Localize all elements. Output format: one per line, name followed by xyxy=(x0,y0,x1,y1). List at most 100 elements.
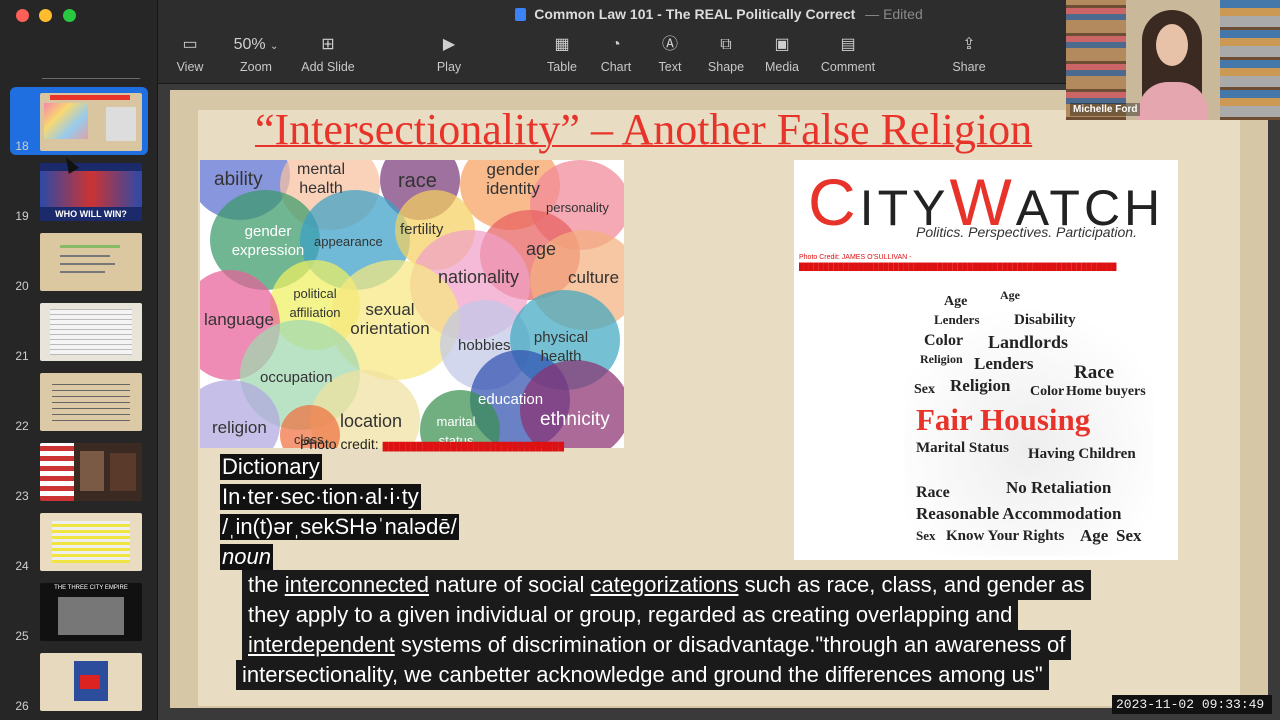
minimize-window-button[interactable] xyxy=(39,9,53,22)
thumbnail-image xyxy=(40,303,142,361)
slide-title[interactable]: “Intersectionality” – Another False Reli… xyxy=(255,104,1185,155)
bubble-label: nationality xyxy=(438,267,520,287)
share-button[interactable]: ⇪ Share xyxy=(944,34,994,78)
thumbnail-image: THE THREE CITY EMPIRE xyxy=(40,583,142,641)
bubble-label: location xyxy=(340,411,403,431)
zoom-value: 50% ⌄ xyxy=(233,36,279,53)
definition-line-4[interactable]: intersectionality, we canbetter acknowle… xyxy=(236,660,1049,690)
slide-thumbnail-23[interactable]: 23 xyxy=(0,437,158,507)
dictionary-word[interactable]: In·ter·sec·tion·al·i·ty xyxy=(220,484,421,510)
slide-thumbnail-26[interactable]: 26 xyxy=(0,647,158,717)
play-icon: ▶ xyxy=(442,36,456,53)
thumbnail-image xyxy=(40,93,142,151)
plus-square-icon: ⊞ xyxy=(321,36,335,53)
slide-number: 22 xyxy=(15,419,29,433)
bubble-label: ability xyxy=(214,169,263,190)
intersectionality-bubbles-image[interactable]: ability mental health race gender identi… xyxy=(200,160,624,448)
zoom-button[interactable]: 50% ⌄ Zoom xyxy=(226,34,286,78)
document-icon xyxy=(515,8,527,21)
add-slide-button[interactable]: ⊞ Add Slide xyxy=(296,34,360,78)
dictionary-pronunciation[interactable]: /ˌin(t)ərˌsekSHəˈnalədē/ xyxy=(220,514,459,540)
slide-number: 19 xyxy=(15,209,29,223)
dictionary-heading[interactable]: Dictionary xyxy=(220,454,322,480)
bubble-label: race xyxy=(398,170,437,192)
table-button[interactable]: ▦ Table xyxy=(540,34,584,78)
slide-navigator[interactable]: 18 WHO WILL WIN? 19 20 21 22 23 24 THE T… xyxy=(0,0,158,720)
definition-line-2[interactable]: they apply to a given individual or grou… xyxy=(242,600,1019,630)
bubble-label: personality xyxy=(546,200,609,215)
citywatch-fair-housing-image[interactable]: CITYWATCH Politics. Perspectives. Partic… xyxy=(794,160,1178,560)
window-controls xyxy=(16,9,82,27)
slide-number: 21 xyxy=(15,349,29,363)
bubble-label: gender identity xyxy=(486,160,540,198)
bubble-label: education xyxy=(478,391,544,408)
definition-line-1[interactable]: the interconnected nature of social cate… xyxy=(242,570,1091,600)
shape-button[interactable]: ⧉ Shape xyxy=(702,34,750,78)
photo-credit: Photo credit: ███████████████████████████… xyxy=(300,436,564,452)
comment-icon: ▤ xyxy=(840,36,856,53)
thumbnail-caption: WHO WILL WIN? xyxy=(55,209,127,219)
dictionary-part-of-speech[interactable]: noun xyxy=(220,544,273,570)
thumbnail-image xyxy=(40,233,142,291)
table-icon: ▦ xyxy=(554,36,570,53)
fair-housing-word-cloud: Age Age Lenders Disability Color Landlor… xyxy=(904,288,1154,556)
thumbnail-image xyxy=(40,443,142,501)
slide-thumbnail-24[interactable]: 24 xyxy=(0,507,158,577)
bubble-label: age xyxy=(526,239,557,259)
thumbnail-image xyxy=(40,653,142,711)
participant-face xyxy=(1156,24,1188,66)
slide-thumbnail-20[interactable]: 20 xyxy=(0,227,158,297)
recording-timestamp: 2023-11-02 09:33:49 xyxy=(1112,695,1272,714)
slide-number: 25 xyxy=(15,629,29,643)
citywatch-credit-link[interactable]: ████████████████████████████████████████… xyxy=(799,264,1116,271)
bubble-label: mental health xyxy=(296,161,346,197)
text-box-icon: Ⓐ xyxy=(661,36,678,53)
thumbnail-image: WHO WILL WIN? xyxy=(40,163,142,221)
edited-status: Edited xyxy=(883,6,923,22)
slide-number: 26 xyxy=(15,699,29,713)
divider xyxy=(42,78,140,79)
play-button[interactable]: ▶ Play xyxy=(426,34,472,78)
citywatch-photo-credit: Photo Credit: JAMES O'SULLIVAN - xyxy=(799,254,912,261)
thumbnail-image xyxy=(40,373,142,431)
comment-button[interactable]: ▤ Comment xyxy=(814,34,882,78)
photo-icon: ▣ xyxy=(774,36,790,53)
shape-icon: ⧉ xyxy=(720,36,732,53)
slide-number: 18 xyxy=(15,139,29,153)
media-button[interactable]: ▣ Media xyxy=(760,34,804,78)
bubble-label: occupation xyxy=(260,369,333,386)
bubble-label: language xyxy=(204,310,274,329)
bubble-label: hobbies xyxy=(458,337,511,354)
sidebar-icon: ▭ xyxy=(182,36,198,53)
view-button[interactable]: ▭ View xyxy=(166,34,214,78)
bubble-label: ethnicity xyxy=(540,409,610,430)
slide-number: 23 xyxy=(15,489,29,503)
thumbnail-image xyxy=(40,513,142,571)
bubble-label: physical health xyxy=(533,329,589,365)
definition-line-3[interactable]: interdependent systems of discrimination… xyxy=(242,630,1072,660)
slide-thumbnail-25[interactable]: THE THREE CITY EMPIRE 25 xyxy=(0,577,158,647)
slide-number: 24 xyxy=(15,559,29,573)
slide-number: 20 xyxy=(15,279,29,293)
text-button[interactable]: Ⓐ Text xyxy=(648,34,692,78)
share-icon: ⇪ xyxy=(962,36,976,53)
chevron-down-icon: ⌄ xyxy=(270,41,279,52)
participant-name: Michelle Ford xyxy=(1070,103,1141,116)
slide-thumbnail-18[interactable]: 18 xyxy=(0,87,158,157)
participant-video[interactable]: Michelle Ford xyxy=(1066,0,1280,120)
bubble-label: gender expression xyxy=(231,223,305,259)
close-window-button[interactable] xyxy=(16,9,29,22)
thumbnail-caption: THE THREE CITY EMPIRE xyxy=(54,585,128,591)
zoom-window-button[interactable] xyxy=(62,9,76,22)
keynote-window: 18 WHO WILL WIN? 19 20 21 22 23 24 THE T… xyxy=(0,0,1280,720)
slide-thumbnail-21[interactable]: 21 xyxy=(0,297,158,367)
bubble-label: fertility xyxy=(400,221,444,238)
photo-credit-link[interactable]: ████████████████████████████████ xyxy=(383,442,564,451)
chart-button[interactable]: ◔ Chart xyxy=(594,34,638,78)
bubble-label: religion xyxy=(212,418,267,437)
citywatch-tagline: Politics. Perspectives. Participation. xyxy=(916,224,1137,240)
bubble-label: appearance xyxy=(314,234,383,249)
bubble-label: culture xyxy=(568,268,620,287)
chart-icon: ◔ xyxy=(611,36,621,53)
slide-thumbnail-22[interactable]: 22 xyxy=(0,367,158,437)
